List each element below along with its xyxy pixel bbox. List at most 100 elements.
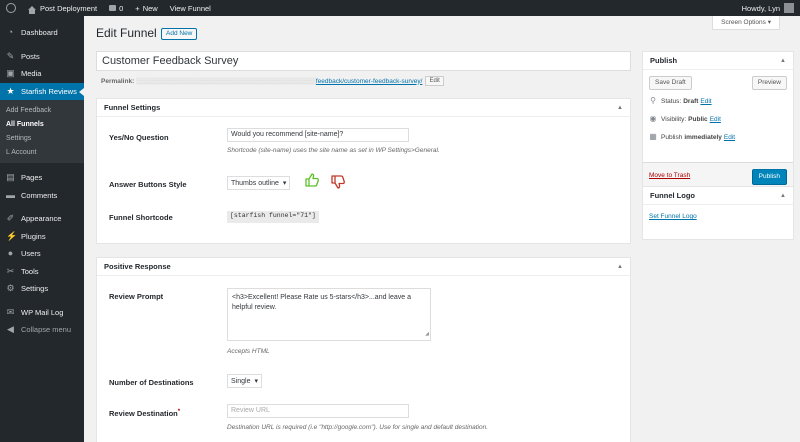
home-icon bbox=[28, 6, 36, 14]
status-value: Draft bbox=[683, 97, 699, 105]
collapse-arrow-icon[interactable]: ▲ bbox=[617, 258, 623, 276]
menu-item-pages[interactable]: ▤ Pages bbox=[0, 169, 84, 187]
menu-item-starfish-reviews[interactable]: ★ Starfish Reviews bbox=[0, 82, 84, 100]
box-title: Publish bbox=[650, 56, 678, 65]
collapse-arrow-icon[interactable]: ▲ bbox=[617, 99, 623, 117]
submenu-all-funnels[interactable]: All Funnels bbox=[0, 118, 84, 132]
site-name: Post Deployment bbox=[40, 3, 98, 13]
question-input[interactable]: Would you recommend [site-name]? bbox=[227, 128, 409, 142]
menu-label: Posts bbox=[21, 51, 40, 61]
publish-header[interactable]: Publish ▲ bbox=[643, 52, 793, 70]
plug-icon: ⚡ bbox=[6, 230, 18, 241]
menu-label: Tools bbox=[21, 266, 39, 276]
box-title: Funnel Logo bbox=[650, 191, 695, 200]
required-marker: * bbox=[177, 409, 181, 415]
positive-response-header[interactable]: Positive Response ▲ bbox=[97, 258, 630, 276]
wrench-icon: ✂ bbox=[6, 265, 15, 276]
style-select[interactable]: Thumbs outline bbox=[227, 176, 291, 190]
comments-count: 0 bbox=[119, 3, 124, 13]
pin-icon: ✎ bbox=[6, 50, 15, 61]
mail-icon: ✉ bbox=[6, 306, 15, 317]
menu-label: Dashboard bbox=[21, 28, 58, 38]
dashboard-icon: ◔ bbox=[7, 27, 14, 38]
main-content: Screen Options Edit Funnel Add New Custo… bbox=[84, 16, 800, 442]
add-new-button[interactable]: Add New bbox=[161, 28, 198, 40]
funnel-logo-header[interactable]: Funnel Logo ▲ bbox=[643, 187, 793, 205]
permalink-label: Permalink: bbox=[101, 77, 135, 85]
menu-label: Pages bbox=[21, 173, 43, 183]
review-prompt-text: <h3>Excellent! Please Rate us 5-stars</h… bbox=[232, 294, 412, 311]
destinations-select[interactable]: Single bbox=[227, 374, 262, 388]
view-funnel-link[interactable]: View Funnel bbox=[164, 0, 217, 16]
status-row: ⚲ Status: Draft Edit bbox=[649, 97, 712, 105]
submenu-settings[interactable]: Settings bbox=[0, 132, 84, 146]
review-prompt-textarea[interactable]: <h3>Excellent! Please Rate us 5-stars</h… bbox=[227, 288, 431, 341]
set-funnel-logo-link[interactable]: Set Funnel Logo bbox=[649, 213, 697, 220]
new-content-link[interactable]: + New bbox=[129, 0, 163, 16]
status-edit-link[interactable]: Edit bbox=[700, 98, 711, 105]
resize-handle-icon[interactable]: ◢ bbox=[425, 329, 429, 339]
funnel-logo-box: Funnel Logo ▲ Set Funnel Logo bbox=[642, 186, 794, 240]
thumbs-up-icon[interactable] bbox=[304, 172, 320, 188]
menu-item-plugins[interactable]: ⚡ Plugins bbox=[0, 228, 84, 246]
save-draft-button[interactable]: Save Draft bbox=[649, 76, 692, 90]
visibility-edit-link[interactable]: Edit bbox=[710, 116, 721, 123]
calendar-icon: ▦ bbox=[649, 132, 657, 141]
site-name-link[interactable]: Post Deployment bbox=[22, 0, 103, 16]
schedule-label: Publish bbox=[661, 133, 683, 141]
collapse-arrow-icon[interactable]: ▲ bbox=[780, 52, 786, 70]
permalink-edit-button[interactable]: Edit bbox=[425, 76, 444, 86]
submenu-add-feedback[interactable]: Add Feedback bbox=[0, 104, 84, 118]
page-icon: ▤ bbox=[6, 172, 15, 183]
wordpress-logo-button[interactable] bbox=[0, 0, 22, 16]
view-funnel-label: View Funnel bbox=[169, 3, 211, 13]
page-title: Edit Funnel bbox=[96, 26, 157, 40]
box-title: Positive Response bbox=[104, 262, 171, 271]
style-label: Answer Buttons Style bbox=[109, 180, 187, 189]
comments-link[interactable]: 0 bbox=[103, 0, 129, 16]
menu-item-wp-mail-log[interactable]: ✉ WP Mail Log bbox=[0, 304, 84, 322]
schedule-value: immediately bbox=[684, 133, 722, 141]
schedule-edit-link[interactable]: Edit bbox=[724, 134, 735, 141]
menu-item-users[interactable]: ● Users bbox=[0, 245, 84, 263]
review-prompt-label: Review Prompt bbox=[109, 292, 164, 301]
brush-icon: ✐ bbox=[6, 213, 15, 224]
post-title-input[interactable]: Customer Feedback Survey bbox=[96, 51, 631, 71]
media-icon: ▣ bbox=[6, 68, 15, 79]
admin-menu: ◔ Dashboard ✎ Posts ▣ Media ★ Starfish Revie… bbox=[0, 16, 84, 442]
account-menu[interactable]: Howdy, Lyn bbox=[736, 0, 800, 16]
menu-label: Plugins bbox=[21, 231, 46, 241]
menu-item-tools[interactable]: ✂ Tools bbox=[0, 263, 84, 281]
menu-label: Appearance bbox=[21, 214, 62, 224]
permalink-link[interactable]: feedback/customer-feedback-survey/ bbox=[316, 78, 423, 85]
review-url-input[interactable]: Review URL bbox=[227, 404, 409, 418]
avatar bbox=[784, 3, 794, 13]
eye-icon: ◉ bbox=[649, 114, 657, 123]
preview-button[interactable]: Preview bbox=[751, 76, 787, 90]
box-title: Funnel Settings bbox=[104, 103, 161, 112]
collapse-arrow-icon[interactable]: ▲ bbox=[780, 187, 786, 205]
submenu-account[interactable]: L Account bbox=[0, 146, 84, 160]
menu-item-appearance[interactable]: ✐ Appearance bbox=[0, 210, 84, 228]
thumbs-down-icon[interactable] bbox=[330, 174, 346, 190]
menu-label: Settings bbox=[21, 284, 49, 294]
admin-bar: Post Deployment 0 + New View Funnel Howdy… bbox=[0, 0, 800, 16]
publish-button[interactable]: Publish bbox=[751, 169, 787, 185]
collapse-menu-button[interactable]: ◀ Collapse menu bbox=[0, 321, 84, 339]
menu-label: WP Mail Log bbox=[21, 307, 64, 317]
menu-item-comments[interactable]: ▬ Comments bbox=[0, 187, 84, 205]
screen-options-button[interactable]: Screen Options bbox=[712, 16, 780, 30]
question-description: Shortcode (site-name) uses the site name… bbox=[227, 147, 440, 154]
move-to-trash-link[interactable]: Move to Trash bbox=[649, 172, 690, 179]
funnel-settings-header[interactable]: Funnel Settings ▲ bbox=[97, 99, 630, 117]
wordpress-icon bbox=[6, 3, 16, 13]
menu-label: Collapse menu bbox=[21, 325, 72, 335]
review-destination-text: Review Destination bbox=[109, 409, 178, 418]
menu-item-posts[interactable]: ✎ Posts bbox=[0, 48, 84, 66]
menu-item-media[interactable]: ▣ Media bbox=[0, 65, 84, 83]
menu-item-settings[interactable]: ⚙ Settings bbox=[0, 280, 84, 298]
menu-label: Users bbox=[21, 249, 41, 259]
menu-item-dashboard[interactable]: ◔ Dashboard bbox=[0, 24, 84, 42]
review-destination-description: Destination URL is required (i.e "http:/… bbox=[227, 424, 489, 431]
menu-label: Starfish Reviews bbox=[21, 86, 77, 96]
